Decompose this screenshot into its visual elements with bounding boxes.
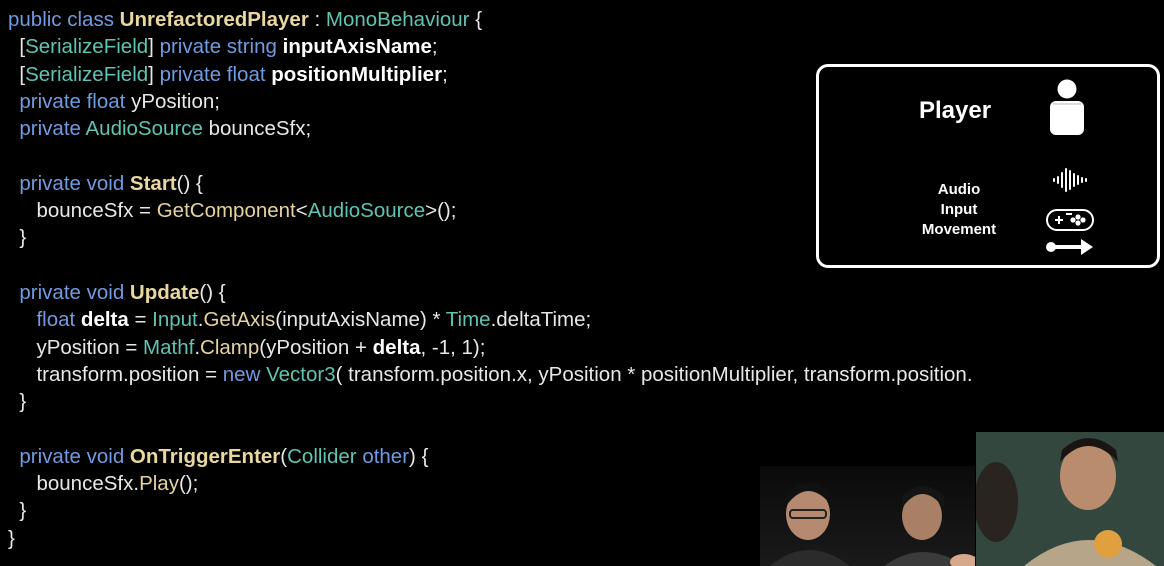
player-diagram: Player Audio Input Movement [816, 64, 1160, 268]
code-token: public class [8, 8, 120, 31]
code-token: inputAxisName [282, 35, 432, 59]
code-line: transform.position = new Vector3( transf… [8, 361, 973, 388]
code-token: new [222, 362, 267, 386]
component-list: Audio Input Movement [904, 180, 1014, 240]
code-token: < [295, 199, 308, 223]
audio-wave-icon [1052, 167, 1088, 198]
component-input: Input [940, 201, 978, 218]
code-line: public class UnrefactoredPlayer : MonoBe… [8, 6, 973, 33]
code-token: (inputAxisName) * [275, 308, 446, 332]
code-line: private void Update() { [8, 279, 973, 306]
code-token: } [8, 226, 27, 250]
code-token: .deltaTime; [490, 308, 592, 332]
code-line: float delta = Input.GetAxis(inputAxisNam… [8, 306, 973, 333]
code-token: GetAxis [203, 308, 276, 332]
video-feed-left [760, 466, 975, 566]
code-token: private float [8, 89, 132, 113]
code-token: SerializeField [25, 62, 149, 86]
video-feed-right [976, 432, 1164, 566]
code-token: yPosition; [131, 89, 220, 113]
code-token: Time [445, 308, 491, 332]
code-token: private float [159, 62, 272, 86]
code-token: : [308, 8, 326, 31]
code-token: Vector3 [266, 362, 336, 386]
code-token: AudioSource [307, 199, 426, 223]
code-token: () { [199, 280, 226, 304]
code-token: () { [176, 171, 203, 195]
code-token: } [8, 390, 27, 414]
code-token: private void [8, 280, 130, 304]
code-token: ] [148, 62, 160, 86]
code-token: GetComponent [156, 199, 296, 223]
code-token: ; [442, 62, 448, 86]
code-token: ( transform.position.x, yPosition * posi… [335, 362, 973, 386]
code-token: transform.position = [8, 362, 223, 386]
code-token: Mathf [143, 335, 195, 359]
code-token: private void [8, 444, 130, 468]
code-token: { [469, 8, 483, 31]
code-token: positionMultiplier [271, 62, 443, 86]
code-token: private string [159, 35, 283, 59]
code-token: (yPosition + [259, 335, 373, 359]
component-movement: Movement [921, 221, 997, 238]
code-token: MonoBehaviour [325, 8, 470, 31]
code-token: >(); [425, 199, 457, 223]
code-token: = [128, 308, 153, 332]
code-token: [ [8, 35, 26, 59]
code-token: private [8, 117, 86, 141]
code-token: bounceSfx. [8, 472, 140, 496]
code-token: other [362, 444, 410, 468]
code-token: (); [178, 472, 199, 496]
component-audio: Audio [937, 181, 981, 198]
code-token: UnrefactoredPlayer [119, 8, 309, 31]
code-token: bounceSfx = [8, 199, 157, 223]
code-line: [SerializeField] private string inputAxi… [8, 33, 973, 60]
code-token: SerializeField [25, 35, 149, 59]
code-token: ] [148, 35, 160, 59]
code-token: } [8, 499, 27, 523]
code-token: AudioSource [85, 117, 203, 141]
code-token: OnTriggerEnter [129, 444, 281, 468]
arrow-right-icon [1045, 237, 1095, 262]
code-token: Update [129, 280, 200, 304]
code-token: yPosition = [8, 335, 144, 359]
code-token: } [8, 526, 15, 550]
code-token: Input [152, 308, 198, 332]
code-token: Start [129, 171, 177, 195]
code-token: Play [139, 472, 179, 496]
code-line: } [8, 388, 973, 415]
person-icon [1047, 79, 1087, 142]
code-line: yPosition = Mathf.Clamp(yPosition + delt… [8, 334, 973, 361]
code-token: Clamp [200, 335, 260, 359]
code-token: private void [8, 171, 130, 195]
code-token: ; [431, 35, 438, 59]
gamepad-icon [1045, 208, 1095, 237]
code-token: delta [80, 308, 129, 332]
code-token: [ [8, 62, 26, 86]
code-token: ) { [409, 444, 429, 468]
code-token: float [8, 308, 81, 332]
code-token: , -1, 1); [420, 335, 486, 359]
code-token: delta [372, 335, 421, 359]
code-token: bounceSfx; [202, 117, 312, 141]
code-token: Collider [287, 444, 357, 468]
diagram-title: Player [919, 97, 992, 124]
